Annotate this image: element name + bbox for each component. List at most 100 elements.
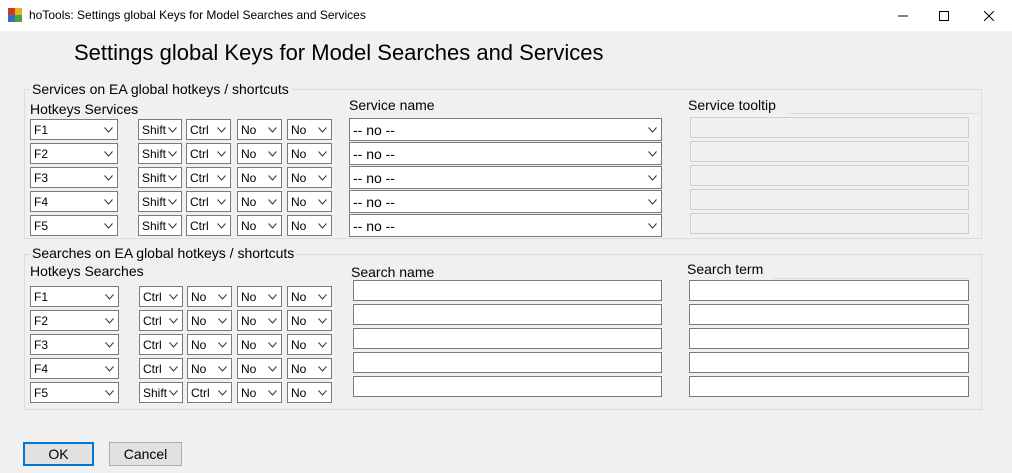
- minimize-button[interactable]: [880, 0, 926, 31]
- search-term-field[interactable]: [689, 304, 969, 325]
- combo-value: -- no --: [353, 170, 395, 186]
- service-modifier-3-select[interactable]: No: [237, 143, 282, 164]
- search-modifier-3-select[interactable]: No: [237, 334, 282, 355]
- search-term-field[interactable]: [689, 328, 969, 349]
- chevron-down-icon: [648, 175, 657, 181]
- service-modifier-3-select[interactable]: No: [237, 119, 282, 140]
- service-hotkey-select[interactable]: F2: [30, 143, 118, 164]
- combo-value: No: [241, 290, 257, 304]
- service-modifier-1-select[interactable]: Shift: [138, 167, 182, 188]
- cancel-button[interactable]: Cancel: [109, 442, 182, 466]
- chevron-down-icon: [104, 223, 113, 229]
- search-modifier-4-select[interactable]: No: [287, 334, 332, 355]
- service-name-select[interactable]: -- no --: [349, 190, 662, 213]
- service-modifier-2-select[interactable]: Ctrl: [186, 143, 231, 164]
- search-name-field[interactable]: [353, 328, 662, 349]
- services-group-title: Services on EA global hotkeys / shortcut…: [30, 81, 291, 97]
- search-name-field[interactable]: [353, 304, 662, 325]
- chevron-down-icon: [218, 294, 227, 300]
- chevron-down-icon: [104, 127, 113, 133]
- search-name-field[interactable]: [353, 280, 662, 301]
- search-modifier-1-select[interactable]: Ctrl: [139, 334, 183, 355]
- service-modifier-4-select[interactable]: No: [287, 191, 332, 212]
- search-modifier-4-select[interactable]: No: [287, 358, 332, 379]
- search-hotkey-select[interactable]: F1: [30, 286, 119, 307]
- search-modifier-3-select[interactable]: No: [237, 358, 282, 379]
- search-modifier-1-select[interactable]: Ctrl: [139, 310, 183, 331]
- service-modifier-3-select[interactable]: No: [237, 167, 282, 188]
- search-modifier-2-select[interactable]: No: [187, 334, 232, 355]
- search-modifier-3-select[interactable]: No: [237, 382, 282, 403]
- chevron-down-icon: [318, 390, 327, 396]
- search-term-field[interactable]: [689, 280, 969, 301]
- service-modifier-4-select[interactable]: No: [287, 143, 332, 164]
- service-modifier-2-select[interactable]: Ctrl: [186, 119, 231, 140]
- search-modifier-1-select[interactable]: Ctrl: [139, 286, 183, 307]
- ok-button[interactable]: OK: [23, 442, 94, 466]
- search-modifier-4-select[interactable]: No: [287, 310, 332, 331]
- chevron-down-icon: [217, 223, 226, 229]
- search-hotkey-select[interactable]: F4: [30, 358, 119, 379]
- service-modifier-1-select[interactable]: Shift: [138, 191, 182, 212]
- chevron-down-icon: [168, 175, 177, 181]
- search-modifier-3-select[interactable]: No: [237, 286, 282, 307]
- service-name-select[interactable]: -- no --: [349, 142, 662, 165]
- service-modifier-1-select[interactable]: Shift: [138, 119, 182, 140]
- search-modifier-2-select[interactable]: No: [187, 310, 232, 331]
- service-modifier-4-select[interactable]: No: [287, 119, 332, 140]
- combo-value: No: [291, 219, 307, 233]
- service-hotkey-select[interactable]: F5: [30, 215, 118, 236]
- service-name-select[interactable]: -- no --: [349, 214, 662, 237]
- chevron-down-icon: [168, 151, 177, 157]
- search-name-field[interactable]: [353, 352, 662, 373]
- service-hotkey-select[interactable]: F3: [30, 167, 118, 188]
- service-modifier-4-select[interactable]: No: [287, 167, 332, 188]
- service-name-select[interactable]: -- no --: [349, 166, 662, 189]
- combo-value: No: [241, 219, 257, 233]
- service-modifier-1-select[interactable]: Shift: [138, 215, 182, 236]
- search-term-field[interactable]: [689, 352, 969, 373]
- app-icon[interactable]: [8, 8, 22, 22]
- chevron-down-icon: [318, 223, 327, 229]
- search-modifier-1-select[interactable]: Ctrl: [139, 358, 183, 379]
- combo-value: No: [241, 195, 257, 209]
- combo-value: Ctrl: [143, 314, 162, 328]
- maximize-button[interactable]: [921, 0, 967, 31]
- search-modifier-4-select[interactable]: No: [287, 382, 332, 403]
- chevron-down-icon: [217, 175, 226, 181]
- search-hotkey-select[interactable]: F2: [30, 310, 119, 331]
- close-button[interactable]: [966, 0, 1012, 31]
- searches-group-title: Searches on EA global hotkeys / shortcut…: [30, 245, 297, 261]
- combo-value: F4: [34, 195, 49, 209]
- search-modifier-1-select[interactable]: Shift: [139, 382, 183, 403]
- service-modifier-2-select[interactable]: Ctrl: [186, 191, 231, 212]
- service-hotkey-select[interactable]: F4: [30, 191, 118, 212]
- search-modifier-2-select[interactable]: No: [187, 358, 232, 379]
- combo-value: F2: [34, 314, 49, 328]
- combo-value: -- no --: [353, 194, 395, 210]
- search-name-field[interactable]: [353, 376, 662, 397]
- service-modifier-3-select[interactable]: No: [237, 215, 282, 236]
- search-modifier-3-select[interactable]: No: [237, 310, 282, 331]
- search-term-field[interactable]: [689, 376, 969, 397]
- service-modifier-1-select[interactable]: Shift: [138, 143, 182, 164]
- chevron-down-icon: [168, 223, 177, 229]
- search-modifier-2-select[interactable]: No: [187, 286, 232, 307]
- chevron-down-icon: [268, 127, 277, 133]
- service-modifier-3-select[interactable]: No: [237, 191, 282, 212]
- combo-value: No: [291, 362, 307, 376]
- service-modifier-2-select[interactable]: Ctrl: [186, 167, 231, 188]
- search-hotkey-select[interactable]: F5: [30, 382, 119, 403]
- search-hotkey-select[interactable]: F3: [30, 334, 119, 355]
- chevron-down-icon: [168, 199, 177, 205]
- service-hotkey-select[interactable]: F1: [30, 119, 118, 140]
- service-modifier-2-select[interactable]: Ctrl: [186, 215, 231, 236]
- search-modifier-4-select[interactable]: No: [287, 286, 332, 307]
- service-name-select[interactable]: -- no --: [349, 118, 662, 141]
- combo-value: No: [191, 290, 207, 304]
- combo-value: F5: [34, 386, 49, 400]
- search-modifier-2-select[interactable]: Ctrl: [187, 382, 232, 403]
- combo-value: No: [241, 147, 257, 161]
- page-title: Settings global Keys for Model Searches …: [74, 40, 604, 65]
- service-modifier-4-select[interactable]: No: [287, 215, 332, 236]
